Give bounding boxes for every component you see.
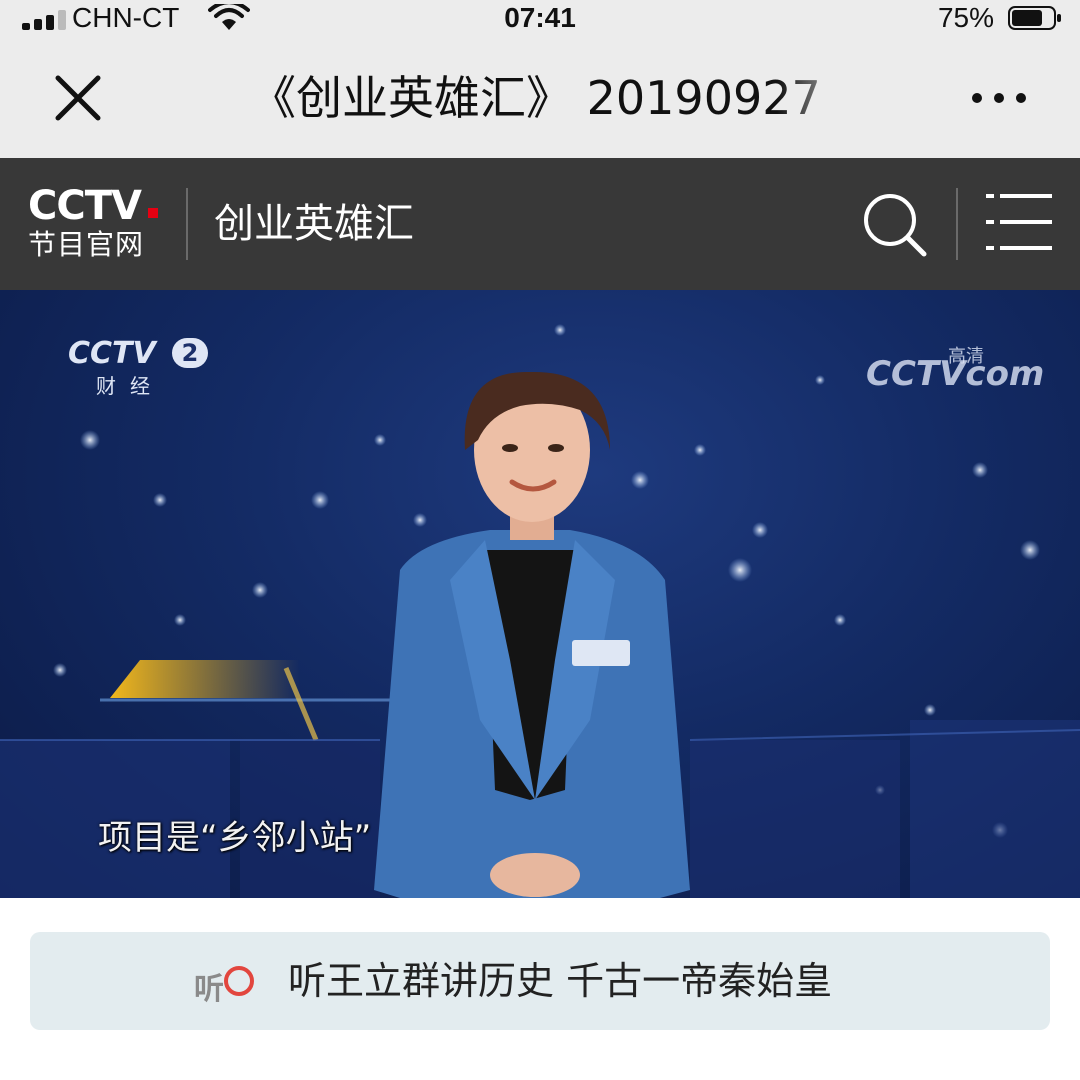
- listen-icon-text: 听: [194, 972, 224, 1007]
- channel-logo-text: CCTV: [68, 336, 156, 371]
- page-title: 《创业英雄汇》 20190927: [250, 71, 821, 125]
- search-icon[interactable]: [860, 190, 928, 258]
- logo-red-dot: [148, 208, 158, 218]
- battery-percent: 75%: [937, 2, 994, 33]
- header-divider: [186, 188, 188, 260]
- close-icon[interactable]: [52, 72, 104, 124]
- presenter-figure: [374, 371, 690, 898]
- cctv-logo[interactable]: CCTV 节目官网: [28, 184, 168, 270]
- program-name[interactable]: 创业英雄汇: [214, 194, 414, 254]
- battery-icon: [1008, 6, 1061, 30]
- watermark-suffix: com: [965, 354, 1045, 394]
- site-header: CCTV 节目官网 创业英雄汇: [0, 158, 1080, 290]
- video-subtitle: 项目是“乡邻小站”: [98, 818, 372, 858]
- headphone-icon: [224, 966, 254, 996]
- banner-text: 听王立群讲历史 千古一帝秦始皇: [288, 959, 833, 1003]
- watermark-text: CCTV: [866, 354, 966, 394]
- channel-name: 财经: [96, 374, 164, 398]
- menu-icon[interactable]: [986, 192, 1052, 252]
- channel-number: 2: [172, 338, 208, 368]
- webview-titlebar: 《创业英雄汇》 20190927: [0, 38, 1080, 158]
- channel-logo: CCTV 2 财经: [68, 336, 208, 398]
- audio-promo-banner[interactable]: 听 听王立群讲历史 千古一帝秦始皇: [30, 932, 1050, 1030]
- clock: 07:41: [504, 2, 576, 33]
- listen-icon: 听: [194, 960, 260, 1007]
- more-icon[interactable]: [972, 82, 1032, 112]
- video-player[interactable]: CCTV 2 财经 高清 CCTVcom 项目是“乡邻小站”: [0, 290, 1080, 898]
- header-divider: [956, 188, 958, 260]
- logo-subtitle: 节目官网: [28, 228, 145, 261]
- logo-text: CCTV: [28, 183, 142, 229]
- status-bar: CHN-CT 07:41 75%: [0, 0, 1080, 38]
- cctv-com-watermark: CCTVcom: [866, 354, 1044, 394]
